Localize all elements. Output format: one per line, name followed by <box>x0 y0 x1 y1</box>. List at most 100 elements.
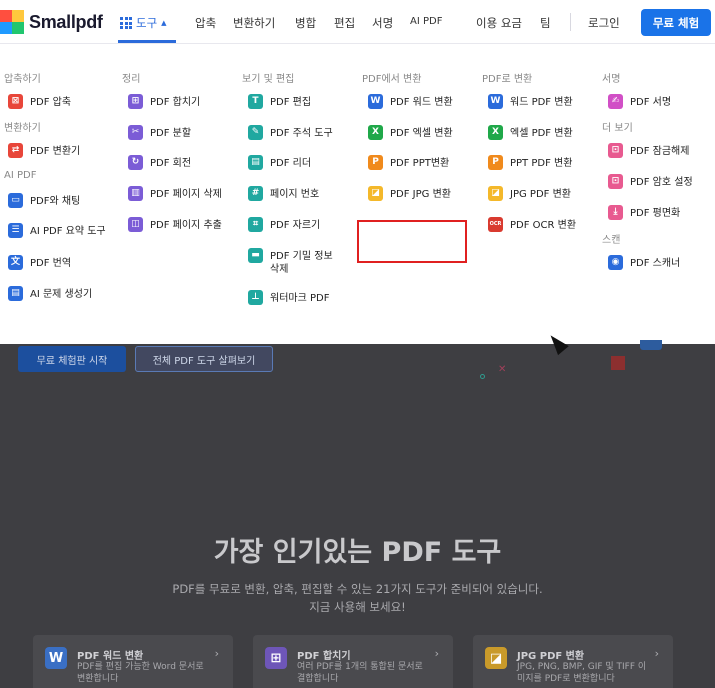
section-head-convert: 변환하기 <box>4 123 41 134</box>
brand-name: Smallpdf <box>29 11 103 32</box>
menu-item-unlock-pdf[interactable]: ⊡ PDF 잠금해제 <box>608 143 689 158</box>
lock-icon: ⊡ <box>608 174 623 189</box>
nav-pricing[interactable]: 이용 요금 <box>476 15 522 31</box>
nav-team[interactable]: 팀 <box>540 15 551 31</box>
nav-edit[interactable]: 편집 <box>334 15 355 31</box>
menu-item-pdf-converter[interactable]: ⇄ PDF 변환기 <box>8 143 80 158</box>
menu-item-compress-pdf[interactable]: ⊠ PDF 압축 <box>8 94 71 109</box>
menu-item-crop-pdf[interactable]: ⌗ PDF 자르기 <box>248 217 320 232</box>
menu-item-pdf-to-word[interactable]: W PDF 워드 변환 <box>368 94 453 109</box>
section-head-organize: 정리 <box>122 74 141 85</box>
popular-tools-subtitle: PDF를 무료로 변환, 압축, 편집할 수 있는 21가지 도구가 준비되어 … <box>0 580 715 616</box>
menu-item-rotate-pdf[interactable]: ↻ PDF 회전 <box>128 155 191 170</box>
nav-divider <box>570 13 571 31</box>
section-head-sign: 서명 <box>602 74 621 85</box>
free-trial-button[interactable]: 무료 체험 <box>641 9 711 36</box>
section-head-compress: 압축하기 <box>4 74 41 85</box>
menu-item-extract-pages[interactable]: ◫ PDF 페이지 추출 <box>128 217 222 232</box>
menu-item-excel-to-pdf[interactable]: X 엑셀 PDF 변환 <box>488 125 573 140</box>
powerpoint-icon: P <box>368 155 383 170</box>
menu-item-jpg-to-pdf[interactable]: ◪ JPG PDF 변환 <box>488 186 571 201</box>
nav-merge[interactable]: 병합 <box>295 15 316 31</box>
menu-item-chat-pdf[interactable]: ▭ PDF와 채팅 <box>8 193 80 208</box>
word-icon: W <box>45 647 67 669</box>
rotate-icon: ↻ <box>128 155 143 170</box>
redact-icon: ▬ <box>248 248 263 263</box>
excel-icon: X <box>368 125 383 140</box>
tool-card-pdf-to-word[interactable]: W PDF 워드 변환 PDF를 편집 가능한 Word 문서로 변환합니다 › <box>33 635 233 688</box>
menu-item-ppt-to-pdf[interactable]: P PPT PDF 변환 <box>488 155 572 170</box>
nav-compress[interactable]: 압축 <box>195 15 216 31</box>
powerpoint-icon: P <box>488 155 503 170</box>
section-head-view-edit: 보기 및 편집 <box>242 74 295 85</box>
flatten-icon: ⤓ <box>608 205 623 220</box>
subtitle-line2: 지금 사용해 보세요! <box>309 600 406 614</box>
ocr-icon: OCR <box>488 217 503 232</box>
menu-item-watermark[interactable]: ⊥ 워터마크 PDF <box>248 290 329 305</box>
pencil-icon: ✎ <box>248 125 263 140</box>
menu-item-word-to-pdf[interactable]: W 워드 PDF 변환 <box>488 94 573 109</box>
menu-item-flatten-pdf[interactable]: ⤓ PDF 평면화 <box>608 205 680 220</box>
chevron-right-icon: › <box>214 647 219 660</box>
brand-logo[interactable]: Smallpdf <box>0 10 103 34</box>
menu-item-translate-pdf[interactable]: 文 PDF 번역 <box>8 255 71 270</box>
page-number-icon: # <box>248 186 263 201</box>
menu-item-protect-pdf[interactable]: ⊡ PDF 암호 설정 <box>608 174 693 189</box>
menu-item-pdf-to-jpg[interactable]: ◪ PDF JPG 변환 <box>368 186 451 201</box>
highlight-box <box>357 220 467 263</box>
image-icon: ◪ <box>485 647 507 669</box>
nav-tools-label: 도구 <box>136 16 158 30</box>
card-description: PDF를 편집 가능한 Word 문서로 변환합니다 <box>77 662 204 684</box>
menu-item-pdf-scanner[interactable]: ◉ PDF 스캐너 <box>608 255 680 270</box>
image-icon: ◪ <box>488 186 503 201</box>
tool-card-jpg-to-pdf[interactable]: ◪ JPG PDF 변환 JPG, PNG, BMP, GIF 및 TIFF 이… <box>473 635 673 688</box>
start-free-trial-button[interactable]: 무료 체험판 시작 <box>18 346 126 372</box>
converter-icon: ⇄ <box>8 143 23 158</box>
word-icon: W <box>368 94 383 109</box>
browse-all-tools-button[interactable]: 전체 PDF 도구 살펴보기 <box>135 346 273 372</box>
menu-item-sign-pdf[interactable]: ✍ PDF 서명 <box>608 94 671 109</box>
tool-card-merge-pdf[interactable]: ⊞ PDF 합치기 여러 PDF를 1개의 통합된 문서로 결합합니다 › <box>253 635 453 688</box>
extract-icon: ◫ <box>128 217 143 232</box>
menu-item-pdf-ocr[interactable]: OCR PDF OCR 변환 <box>488 217 576 232</box>
translate-icon: 文 <box>8 255 23 270</box>
nav-sign[interactable]: 서명 <box>372 15 393 31</box>
card-description: 여러 PDF를 1개의 통합된 문서로 결합합니다 <box>297 662 423 684</box>
text-edit-icon: T <box>248 94 263 109</box>
unlock-icon: ⊡ <box>608 143 623 158</box>
nav-convert[interactable]: 변환하기 <box>233 15 275 31</box>
login-link[interactable]: 로그인 <box>588 15 620 31</box>
menu-item-split-pdf[interactable]: ✂ PDF 분할 <box>128 125 191 140</box>
card-description: JPG, PNG, BMP, GIF 및 TIFF 이미지를 PDF로 변환합니… <box>517 662 647 684</box>
chevron-right-icon: › <box>654 647 659 660</box>
menu-item-ai-summary[interactable]: ☰ AI PDF 요약 도구 <box>8 223 106 238</box>
decorative-x-icon: ✕ <box>498 364 507 375</box>
image-icon: ◪ <box>368 186 383 201</box>
question-doc-icon: ▤ <box>8 286 23 301</box>
menu-item-pdf-to-ppt[interactable]: P PDF PPT변환 <box>368 155 449 170</box>
nav-ai-pdf[interactable]: AI PDF <box>410 16 442 27</box>
menu-item-pdf-reader[interactable]: ▤ PDF 리더 <box>248 155 311 170</box>
menu-item-pdf-to-excel[interactable]: X PDF 엑셀 변환 <box>368 125 453 140</box>
menu-item-delete-pages[interactable]: ▥ PDF 페이지 삭제 <box>128 186 222 201</box>
menu-item-ai-question[interactable]: ▤ AI 문제 생성기 <box>8 286 92 301</box>
nav-tools-menu[interactable]: 도구 ▲ <box>120 15 167 31</box>
chat-icon: ▭ <box>8 193 23 208</box>
menu-item-edit-pdf[interactable]: T PDF 편집 <box>248 94 311 109</box>
scissors-icon: ✂ <box>128 125 143 140</box>
chevron-right-icon: › <box>434 647 439 660</box>
watermark-icon: ⊥ <box>248 290 263 305</box>
menu-item-annotate-pdf[interactable]: ✎ PDF 주석 도구 <box>248 125 333 140</box>
menu-item-page-numbers[interactable]: # 페이지 번호 <box>248 186 319 201</box>
decorative-shape <box>640 340 662 350</box>
section-head-to-pdf: PDF로 변환 <box>482 74 533 85</box>
card-title: PDF 워드 변환 <box>77 651 144 662</box>
camera-icon: ◉ <box>608 255 623 270</box>
compress-icon: ⊠ <box>8 94 23 109</box>
menu-item-merge-pdf[interactable]: ⊞ PDF 합치기 <box>128 94 200 109</box>
reader-icon: ▤ <box>248 155 263 170</box>
menu-item-redact-pdf[interactable]: ▬ PDF 기밀 정보 삭제 <box>248 248 333 276</box>
card-title: PDF 합치기 <box>297 651 351 662</box>
subtitle-line1: PDF를 무료로 변환, 압축, 편집할 수 있는 21가지 도구가 준비되어 … <box>172 582 543 596</box>
section-head-more: 더 보기 <box>602 123 633 134</box>
